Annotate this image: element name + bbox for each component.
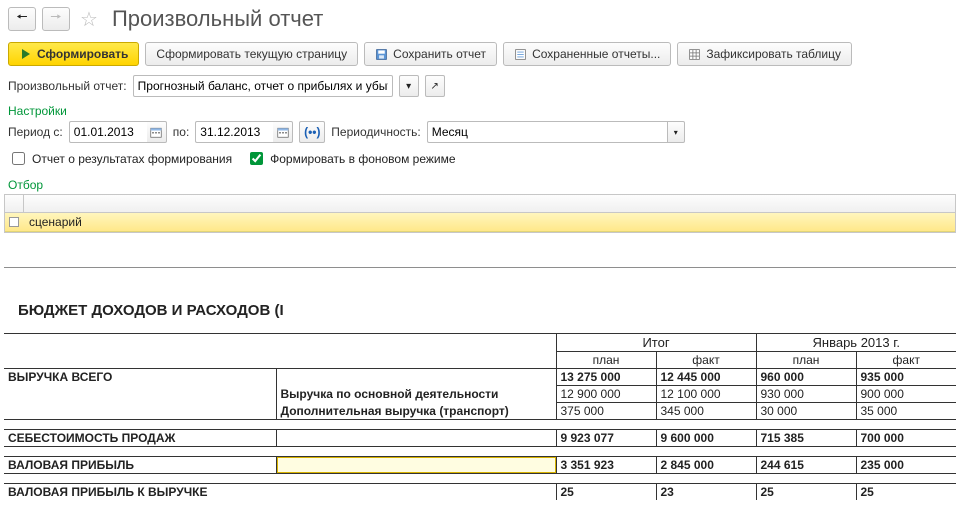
period-to-calendar[interactable]: [273, 121, 293, 143]
form-button[interactable]: Сформировать: [8, 42, 139, 66]
chk-results-box[interactable]: [12, 152, 25, 165]
cell: 930 000: [756, 386, 856, 403]
cell: 30 000: [756, 403, 856, 420]
row-gross-to-rev: ВАЛОВАЯ ПРИБЫЛЬ К ВЫРУЧКЕ: [4, 484, 556, 501]
grid-icon: [688, 48, 701, 61]
report-select-label: Произвольный отчет:: [8, 79, 127, 93]
period-from-label: Период с:: [8, 125, 63, 139]
cell: 12 100 000: [656, 386, 756, 403]
period-from-input[interactable]: [69, 121, 147, 143]
cell: 700 000: [856, 430, 956, 447]
col-fact-1: факт: [656, 352, 756, 369]
cell: 25: [556, 484, 656, 501]
save-icon: [375, 48, 388, 61]
cell: 235 000: [856, 457, 956, 474]
form-button-label: Сформировать: [37, 47, 128, 61]
play-icon: [19, 48, 32, 61]
otbor-row-text: сценарий: [23, 215, 82, 229]
periodicity-input[interactable]: [427, 121, 667, 143]
cell: 25: [856, 484, 956, 501]
list-icon: [514, 48, 527, 61]
page-title: Произвольный отчет: [112, 6, 323, 32]
cell: 35 000: [856, 403, 956, 420]
chk-results-label: Отчет о результатах формирования: [32, 152, 232, 166]
selected-cell[interactable]: [276, 457, 556, 474]
report-title: БЮДЖЕТ ДОХОДОВ И РАСХОДОВ (I: [4, 302, 956, 333]
period-to-input[interactable]: [195, 121, 273, 143]
forward-button[interactable]: 🠖: [42, 7, 70, 31]
back-button[interactable]: 🠔: [8, 7, 36, 31]
col-plan-1: план: [556, 352, 656, 369]
cell: 3 351 923: [556, 457, 656, 474]
cell: 960 000: [756, 369, 856, 386]
otbor-title: Отбор: [0, 174, 960, 192]
period-to-label: по:: [173, 125, 190, 139]
fix-table-button[interactable]: Зафиксировать таблицу: [677, 42, 852, 66]
col-plan-2: план: [756, 352, 856, 369]
cell: 375 000: [556, 403, 656, 420]
report-area: БЮДЖЕТ ДОХОДОВ И РАСХОДОВ (I Итог Январь…: [4, 267, 956, 500]
chk-background-label: Формировать в фоновом режиме: [270, 152, 455, 166]
saved-reports-button[interactable]: Сохраненные отчеты...: [503, 42, 671, 66]
row-cogs: СЕБЕСТОИМОСТЬ ПРОДАЖ: [4, 430, 276, 447]
cell: 12 445 000: [656, 369, 756, 386]
row-revenue-total: ВЫРУЧКА ВСЕГО: [4, 369, 276, 386]
saved-reports-label: Сохраненные отчеты...: [532, 47, 660, 61]
report-select-dropdown[interactable]: ▾: [399, 75, 419, 97]
form-current-page-button[interactable]: Сформировать текущую страницу: [145, 42, 358, 66]
cell: 244 615: [756, 457, 856, 474]
period-preset-button[interactable]: (••): [299, 121, 325, 143]
cell: 935 000: [856, 369, 956, 386]
periodicity-label: Периодичность:: [331, 125, 420, 139]
periodicity-dropdown[interactable]: ▾: [667, 121, 685, 143]
chk-results[interactable]: Отчет о результатах формирования: [8, 149, 232, 168]
favorite-icon[interactable]: ☆: [80, 7, 98, 32]
fix-table-label: Зафиксировать таблицу: [706, 47, 841, 61]
otbor-header: [5, 195, 955, 213]
row-revenue-extra: Дополнительная выручка (транспорт): [276, 403, 556, 420]
cell: 900 000: [856, 386, 956, 403]
cell: 715 385: [756, 430, 856, 447]
report-select-input[interactable]: [133, 75, 393, 97]
save-report-label: Сохранить отчет: [393, 47, 486, 61]
otbor-grid[interactable]: сценарий: [4, 194, 956, 233]
cell: 12 900 000: [556, 386, 656, 403]
calendar-icon: [277, 126, 289, 138]
period-from-calendar[interactable]: [147, 121, 167, 143]
otbor-row-checkbox[interactable]: [5, 217, 23, 227]
col-group-total: Итог: [556, 334, 756, 352]
col-fact-2: факт: [856, 352, 956, 369]
col-group-jan: Январь 2013 г.: [756, 334, 956, 352]
settings-title: Настройки: [0, 100, 960, 118]
otbor-row[interactable]: сценарий: [5, 213, 955, 232]
cell: 25: [756, 484, 856, 501]
form-current-page-label: Сформировать текущую страницу: [156, 47, 347, 61]
calendar-icon: [150, 126, 162, 138]
cell: 13 275 000: [556, 369, 656, 386]
cell: 9 923 077: [556, 430, 656, 447]
cell: 23: [656, 484, 756, 501]
row-revenue-main: Выручка по основной деятельности: [276, 386, 556, 403]
save-report-button[interactable]: Сохранить отчет: [364, 42, 497, 66]
chk-background-box[interactable]: [250, 152, 263, 165]
cell: 345 000: [656, 403, 756, 420]
cell: 9 600 000: [656, 430, 756, 447]
chk-background[interactable]: Формировать в фоновом режиме: [246, 149, 455, 168]
report-table: Итог Январь 2013 г. план факт план факт …: [4, 333, 956, 500]
row-gross: ВАЛОВАЯ ПРИБЫЛЬ: [4, 457, 276, 474]
report-select-open[interactable]: ↗: [425, 75, 445, 97]
cell: 2 845 000: [656, 457, 756, 474]
